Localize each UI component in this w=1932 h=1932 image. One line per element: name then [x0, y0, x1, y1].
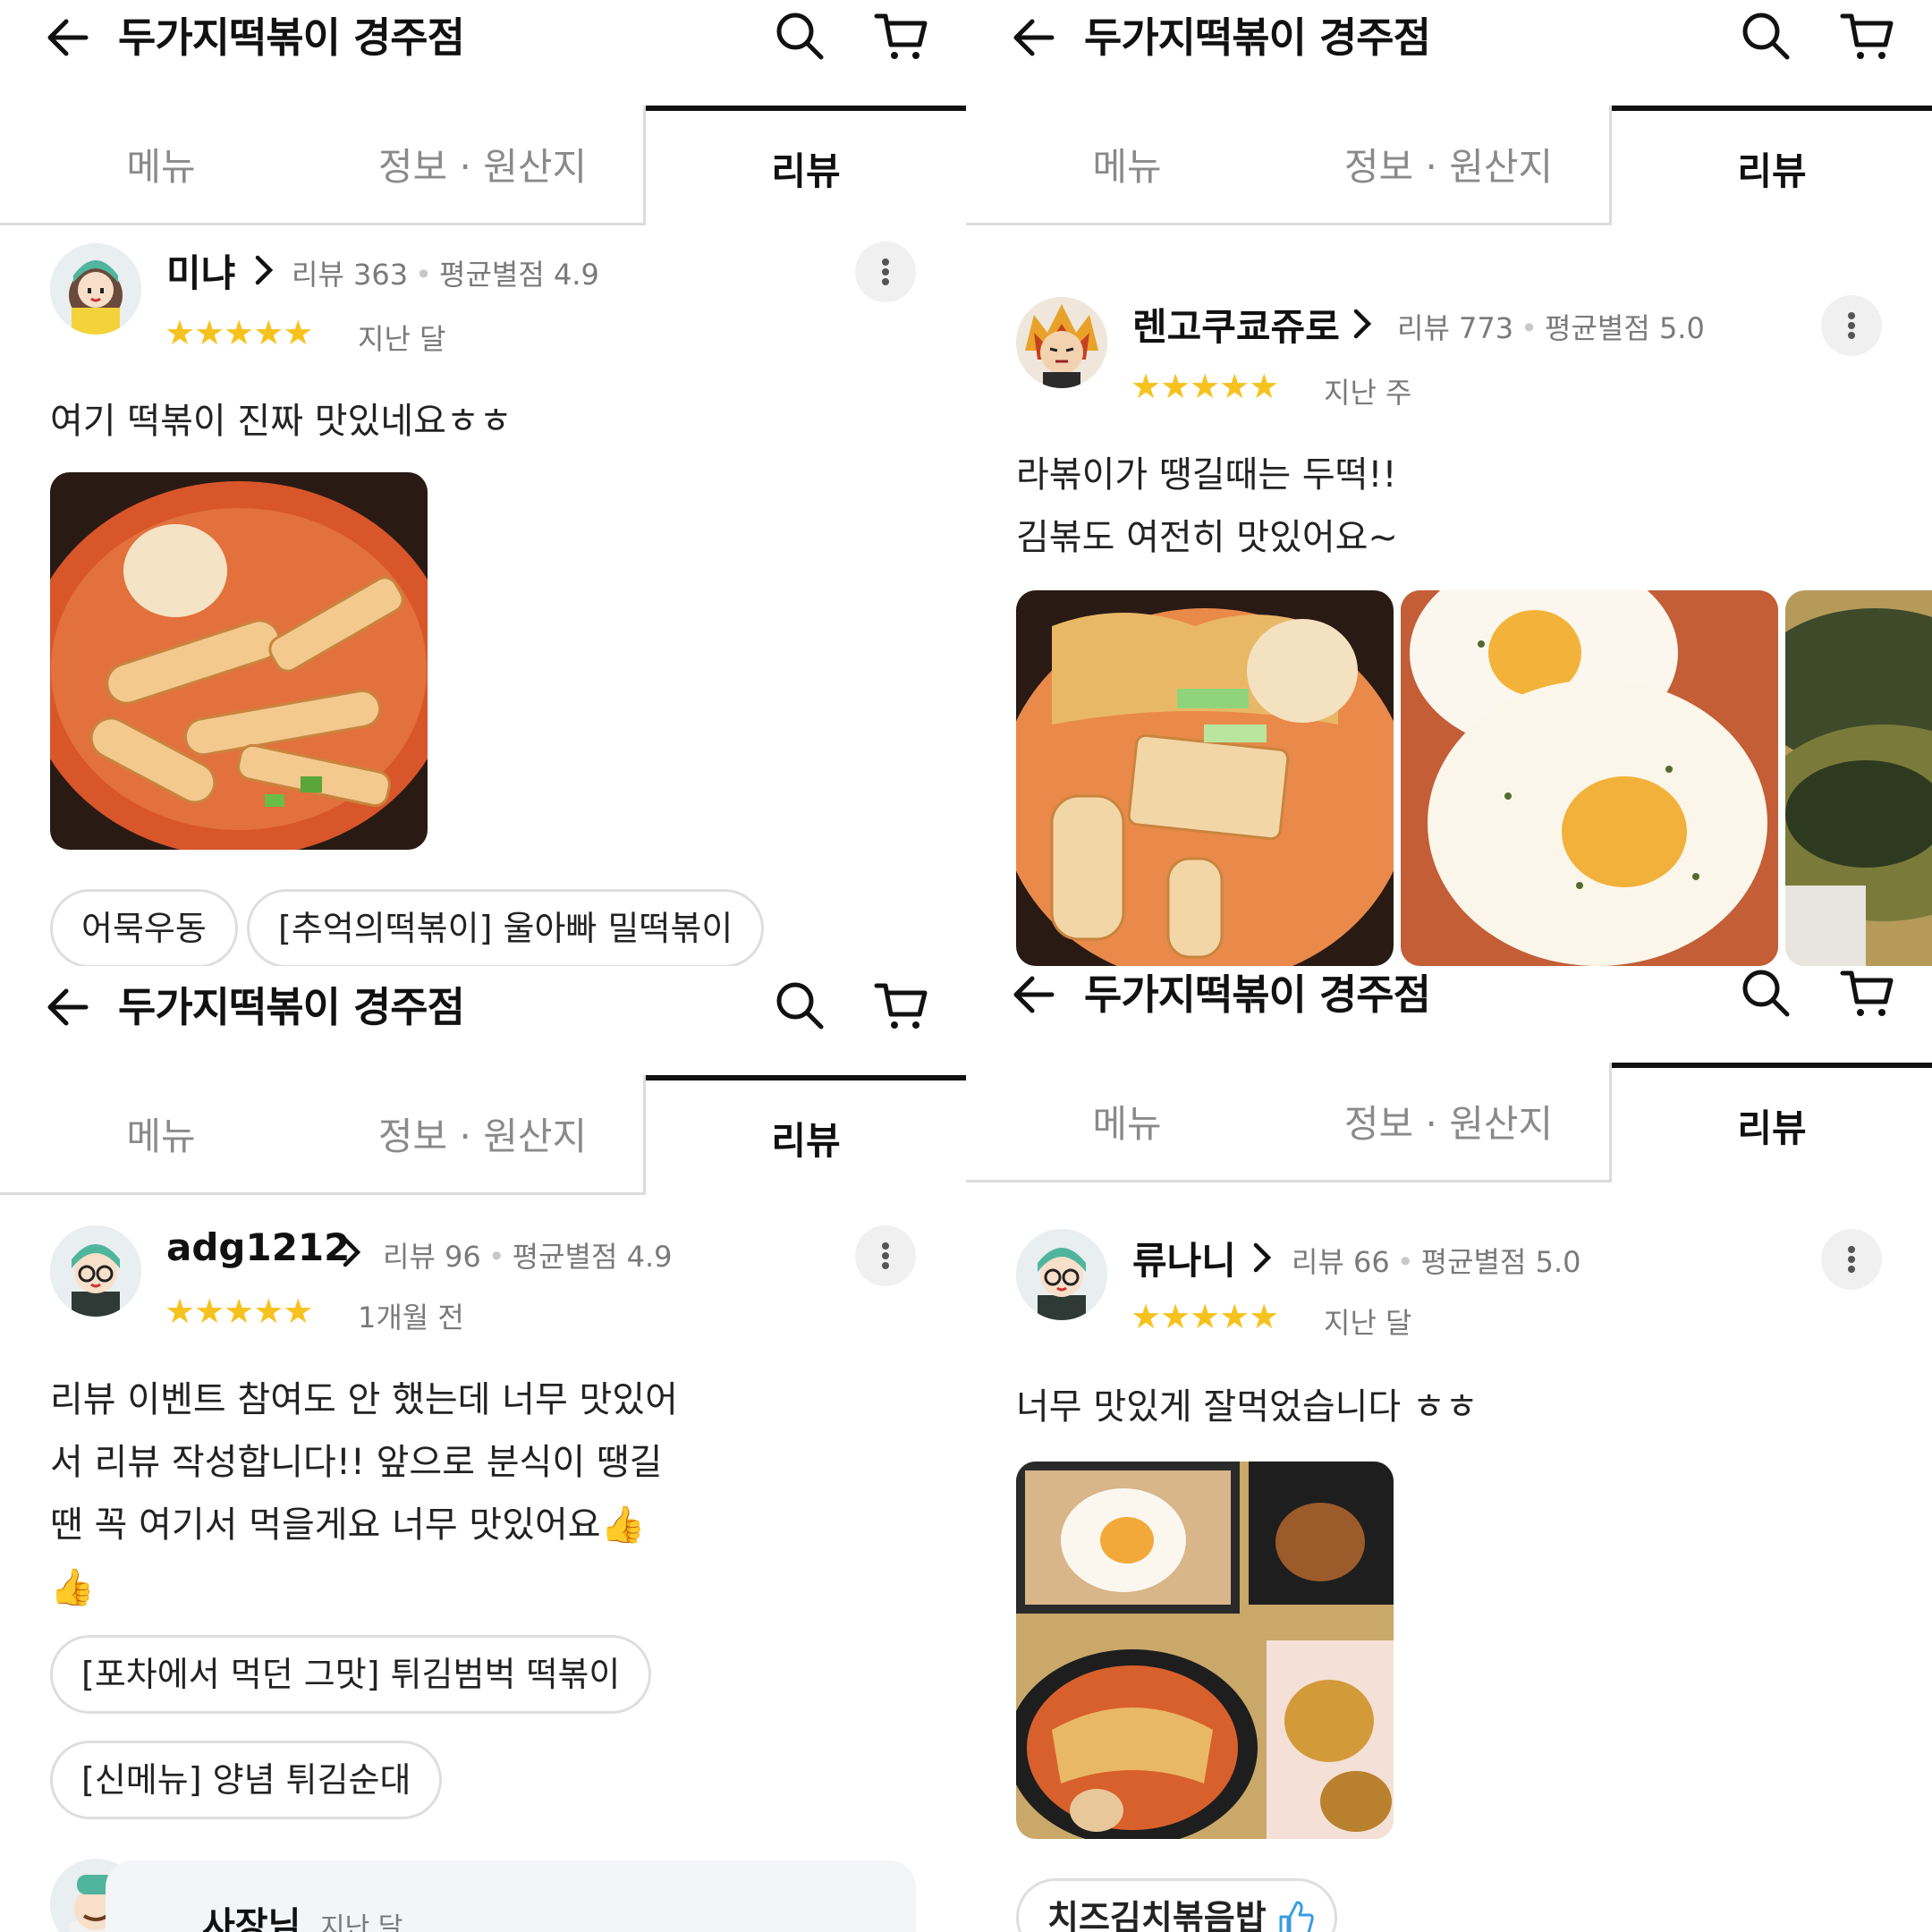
review-count: 리뷰 363 [292, 258, 409, 292]
cart-icon[interactable] [871, 977, 930, 1036]
menu-chip[interactable]: [포차에서 먹던 그맛] 튀김범벅 떡볶이 [50, 1635, 652, 1714]
store-title: 두가지떡볶이 경주점 [118, 13, 465, 62]
search-icon[interactable] [1737, 966, 1794, 1021]
search-icon[interactable] [1737, 7, 1794, 64]
reviewer-name[interactable]: 렌고쿠쿄쥬로 [1132, 297, 1340, 352]
app-header: 두가지떡볶이 경주점 [0, 0, 966, 80]
avg-rating: 평균별점 4.9 [439, 258, 599, 292]
review-screen-3: 두가지떡볶이 경주점 메뉴 정보 · 원산지 리뷰 adg1212 리뷰 96 •… [0, 966, 966, 1932]
avatar[interactable] [50, 1225, 141, 1317]
review-screen-1: 두가지떡볶이 경주점 메뉴 정보 · 원산지 리뷰 미냐 리뷰 363 • 평균별점… [0, 0, 966, 966]
review-photo[interactable] [1016, 590, 1394, 966]
tab-review[interactable]: 리뷰 [1612, 1063, 1932, 1182]
store-title: 두가지떡볶이 경주점 [1084, 970, 1431, 1019]
review-screen-2: 두가지떡볶이 경주점 메뉴 정보 · 원산지 리뷰 렌고쿠쿄쥬로 리뷰 773 •… [966, 0, 1932, 966]
review-date: 지난 주 [1324, 376, 1412, 410]
avatar[interactable] [50, 243, 141, 335]
avatar[interactable] [1016, 297, 1107, 388]
star-rating: ★★★★★ [165, 1292, 313, 1331]
app-header: 두가지떡볶이 경주점 [966, 966, 1932, 1038]
owner-reply-date: 지난 달 [320, 1912, 403, 1932]
review-photo[interactable] [1016, 1462, 1394, 1839]
star-rating: ★★★★★ [1131, 1297, 1279, 1336]
review-photo[interactable] [50, 472, 428, 850]
review-text: 너무 맛있게 잘먹었습니다 ㅎㅎ [1016, 1386, 1479, 1428]
star-rating: ★★★★★ [165, 313, 313, 352]
search-icon[interactable] [771, 977, 828, 1034]
tab-menu[interactable]: 메뉴 [966, 106, 1288, 225]
avg-rating: 평균별점 4.9 [512, 1240, 673, 1274]
review-date: 1개월 전 [358, 1301, 464, 1335]
tab-menu[interactable]: 메뉴 [0, 106, 322, 225]
tab-info-origin[interactable]: 정보 · 원산지 [322, 1075, 646, 1195]
back-arrow-icon[interactable] [1007, 968, 1061, 1021]
chevron-right-icon[interactable] [1349, 306, 1376, 342]
store-tabs: 메뉴 정보 · 원산지 리뷰 [966, 1063, 1932, 1182]
cart-icon[interactable] [871, 7, 930, 66]
review-photo[interactable] [1785, 590, 1932, 966]
store-tabs: 메뉴 정보 · 원산지 리뷰 [966, 106, 1932, 225]
review-text: 리뷰 이벤트 참여도 안 했는데 너무 맛있어 서 리뷰 작성합니다!! 앞으로… [50, 1379, 678, 1608]
reviewer-stats: 리뷰 363 • 평균별점 4.9 [292, 258, 599, 292]
menu-chip[interactable]: 치즈김치볶음밥 [1016, 1878, 1337, 1932]
menu-chip-label: 치즈김치볶음밥 [1047, 1898, 1267, 1932]
back-arrow-icon[interactable] [1007, 11, 1061, 64]
reviewer-name[interactable]: adg1212 [166, 1225, 350, 1269]
avg-rating: 평균별점 5.0 [1545, 311, 1705, 345]
store-title: 두가지떡볶이 경주점 [1084, 13, 1431, 62]
review-count: 리뷰 66 [1292, 1245, 1390, 1279]
search-icon[interactable] [771, 7, 828, 64]
tab-review[interactable]: 리뷰 [646, 106, 966, 225]
back-arrow-icon[interactable] [41, 980, 95, 1034]
tab-info-origin[interactable]: 정보 · 원산지 [1288, 1063, 1612, 1182]
review-photo[interactable] [1401, 590, 1778, 966]
menu-chip[interactable]: [신메뉴] 양념 튀김순대 [50, 1741, 443, 1819]
chevron-right-icon[interactable] [1249, 1240, 1275, 1275]
avatar[interactable] [1016, 1229, 1107, 1320]
review-count: 리뷰 96 [383, 1240, 481, 1274]
back-arrow-icon[interactable] [41, 11, 95, 64]
reviewer-name[interactable]: 미냐 [166, 243, 235, 298]
app-header: 두가지떡볶이 경주점 [0, 970, 966, 1050]
menu-chip[interactable]: [추억의떡볶이] 울아빠 밀떡볶이 [247, 889, 765, 966]
tab-menu[interactable]: 메뉴 [0, 1075, 322, 1195]
chevron-right-icon[interactable] [250, 252, 277, 288]
tab-info-origin[interactable]: 정보 · 원산지 [1288, 106, 1612, 225]
review-screen-4: 두가지떡볶이 경주점 메뉴 정보 · 원산지 리뷰 류나니 리뷰 66 • 평균별점… [966, 966, 1932, 1932]
menu-chip[interactable]: 어묵우동 [50, 889, 238, 966]
review-date: 지난 달 [358, 322, 446, 356]
reviewer-stats: 리뷰 773 • 평균별점 5.0 [1397, 311, 1705, 345]
cart-icon[interactable] [1837, 966, 1896, 1023]
tab-review[interactable]: 리뷰 [646, 1075, 966, 1195]
store-tabs: 메뉴 정보 · 원산지 리뷰 [0, 106, 966, 225]
more-vertical-icon[interactable] [855, 1225, 916, 1286]
more-vertical-icon[interactable] [1821, 295, 1882, 356]
review-text: 여기 떡볶이 진짜 맛있네요ㅎㅎ [50, 401, 513, 442]
owner-name: 사장님 [202, 1905, 301, 1932]
more-vertical-icon[interactable] [855, 242, 916, 302]
app-header: 두가지떡볶이 경주점 [966, 0, 1932, 80]
review-text: 라볶이가 땡길때는 두떡!! 김볶도 여전히 맛있어요~ [1016, 454, 1398, 558]
star-rating: ★★★★★ [1131, 367, 1279, 406]
tab-info-origin[interactable]: 정보 · 원산지 [322, 106, 646, 225]
avg-rating: 평균별점 5.0 [1420, 1245, 1581, 1279]
more-vertical-icon[interactable] [1821, 1229, 1882, 1290]
review-date: 지난 달 [1324, 1306, 1412, 1340]
store-tabs: 메뉴 정보 · 원산지 리뷰 [0, 1075, 966, 1195]
tab-menu[interactable]: 메뉴 [966, 1063, 1288, 1182]
chevron-right-icon[interactable] [338, 1234, 365, 1270]
review-count: 리뷰 773 [1397, 311, 1514, 345]
reviewer-name[interactable]: 류나니 [1132, 1231, 1236, 1285]
tab-review[interactable]: 리뷰 [1612, 106, 1932, 225]
cart-icon[interactable] [1837, 7, 1896, 66]
thumbs-up-icon [1279, 1901, 1314, 1932]
reviewer-stats: 리뷰 66 • 평균별점 5.0 [1292, 1245, 1581, 1279]
store-title: 두가지떡볶이 경주점 [118, 983, 465, 1031]
reviewer-stats: 리뷰 96 • 평균별점 4.9 [383, 1240, 673, 1274]
